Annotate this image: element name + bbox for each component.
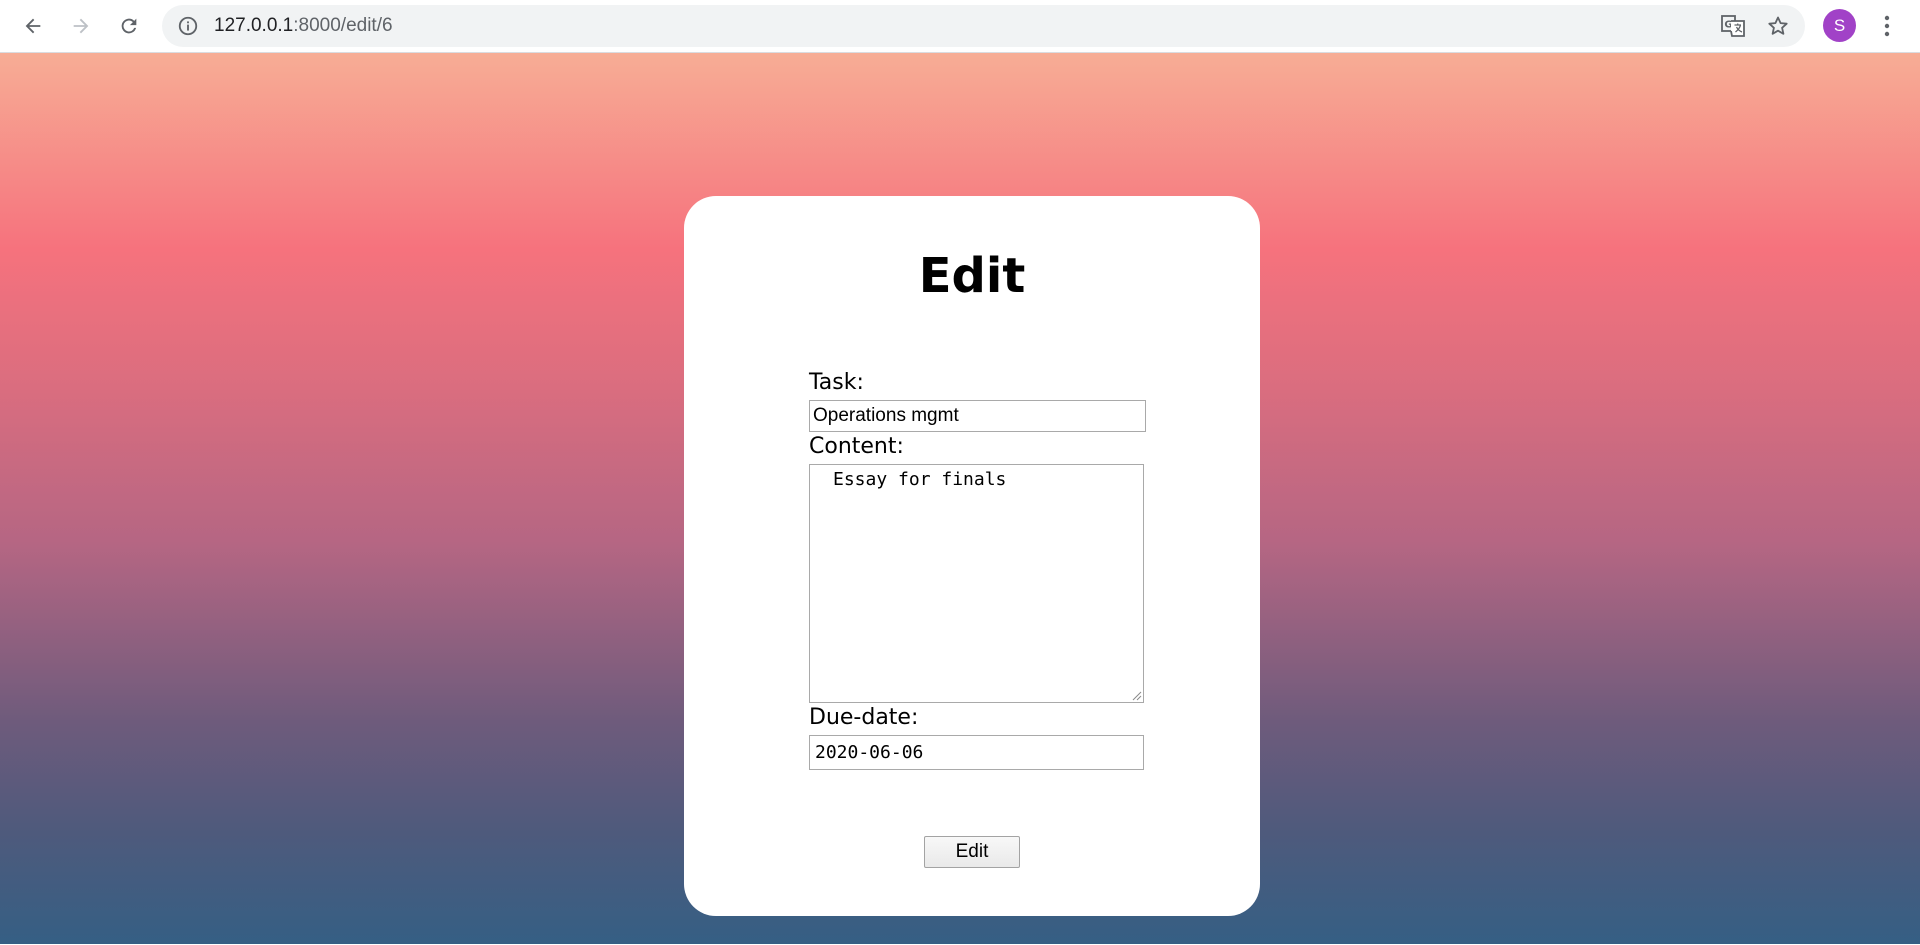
task-label: Task: bbox=[809, 370, 864, 395]
content-label: Content: bbox=[809, 434, 904, 459]
content-textarea[interactable]: Essay for finals bbox=[809, 464, 1144, 703]
back-button[interactable] bbox=[16, 9, 50, 43]
due-date-label: Due-date: bbox=[809, 705, 919, 730]
page-title: Edit bbox=[918, 248, 1026, 304]
reload-button[interactable] bbox=[112, 9, 146, 43]
translate-icon[interactable]: G bbox=[1721, 15, 1745, 37]
task-input[interactable]: Operations mgmt bbox=[809, 400, 1146, 432]
content-text: Essay for finals bbox=[833, 469, 1007, 490]
url-text[interactable]: 127.0.0.1:8000/edit/6 bbox=[214, 5, 393, 47]
page-background: Edit Task: Operations mgmt Content: Essa… bbox=[0, 53, 1920, 945]
kebab-menu-icon[interactable] bbox=[1875, 12, 1899, 40]
browser-toolbar: 127.0.0.1:8000/edit/6 G S bbox=[0, 0, 1920, 53]
due-date-input[interactable]: 2020-06-06 bbox=[809, 735, 1144, 770]
back-arrow-icon bbox=[25, 18, 41, 34]
forward-arrow-icon bbox=[73, 18, 89, 34]
forward-button[interactable] bbox=[64, 9, 98, 43]
avatar[interactable]: S bbox=[1823, 9, 1856, 42]
edit-card: Edit Task: Operations mgmt Content: Essa… bbox=[684, 196, 1260, 916]
url-host: 127.0.0.1 bbox=[214, 15, 294, 36]
edit-submit-button[interactable]: Edit bbox=[924, 836, 1020, 868]
address-bar[interactable]: 127.0.0.1:8000/edit/6 G bbox=[162, 5, 1805, 47]
star-icon[interactable] bbox=[1766, 14, 1790, 38]
url-path: :8000/edit/6 bbox=[293, 15, 393, 36]
info-icon[interactable] bbox=[177, 15, 199, 37]
reload-icon bbox=[121, 18, 137, 34]
resize-handle-icon[interactable] bbox=[1130, 689, 1142, 701]
